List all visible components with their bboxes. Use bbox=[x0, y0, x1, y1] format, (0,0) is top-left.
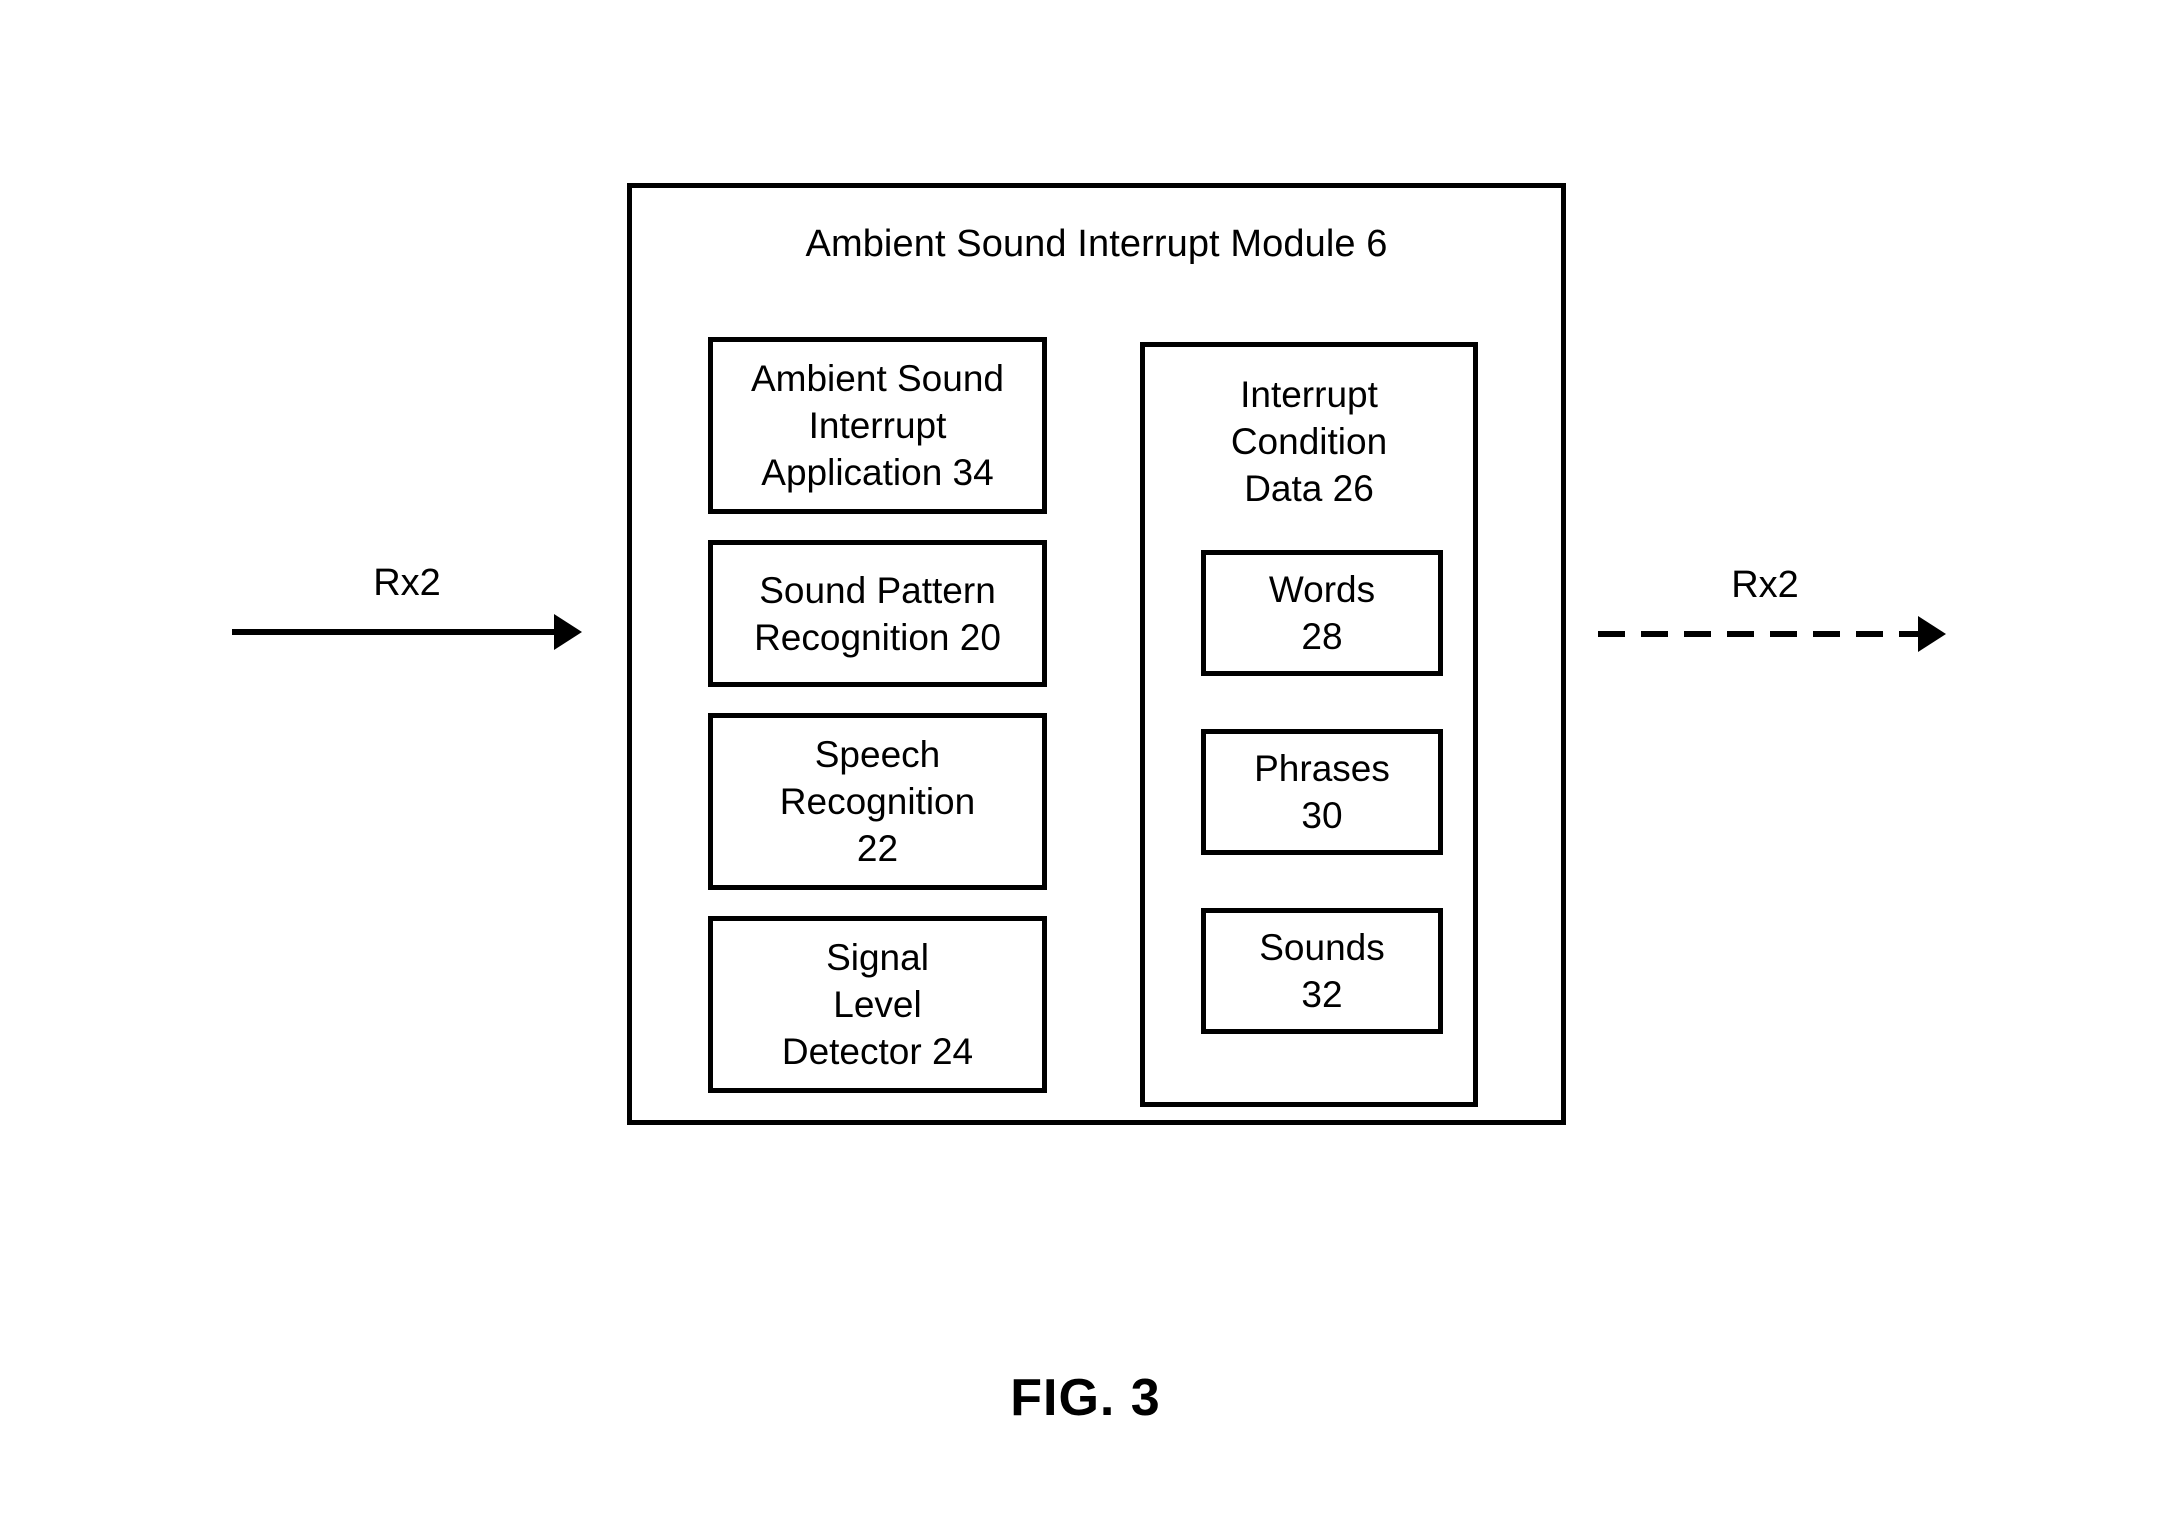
output-arrow-head-icon bbox=[1918, 616, 1946, 652]
ambient-sound-interrupt-application-box: Ambient Sound Interrupt Application 34 bbox=[708, 337, 1047, 514]
signal-level-detector-box: Signal Level Detector 24 bbox=[708, 916, 1047, 1093]
phrases-box: Phrases 30 bbox=[1201, 729, 1443, 855]
phrases-label: Phrases 30 bbox=[1254, 748, 1390, 836]
input-arrow-head-icon bbox=[554, 614, 582, 650]
sound-pattern-recognition-label: Sound Pattern Recognition 20 bbox=[754, 569, 1001, 658]
module-title: Ambient Sound Interrupt Module 6 bbox=[805, 223, 1388, 265]
sounds-label: Sounds 32 bbox=[1259, 927, 1385, 1015]
output-arrow-dashed-line bbox=[1598, 631, 1920, 637]
signal-level-detector-label: Signal Level Detector 24 bbox=[781, 937, 974, 1072]
sounds-box: Sounds 32 bbox=[1201, 908, 1443, 1034]
ambient-sound-interrupt-module: Ambient Sound Interrupt Module 6 Ambient… bbox=[627, 183, 1566, 1125]
speech-recognition-label: Speech Recognition 22 bbox=[779, 734, 976, 869]
figure-canvas: Rx2 Ambient Sound Interrupt Module 6 Amb… bbox=[0, 0, 2171, 1540]
words-label: Words 28 bbox=[1268, 569, 1376, 657]
interrupt-condition-data-box: Interrupt Condition Data 26 Words 28 Phr… bbox=[1140, 342, 1478, 1107]
ambient-sound-interrupt-application-label: Ambient Sound Interrupt Application 34 bbox=[750, 358, 1004, 493]
sound-pattern-recognition-box: Sound Pattern Recognition 20 bbox=[708, 540, 1047, 687]
figure-caption: FIG. 3 bbox=[1010, 1369, 1161, 1427]
input-signal-arrow: Rx2 bbox=[232, 560, 582, 660]
words-box: Words 28 bbox=[1201, 550, 1443, 676]
input-signal-label: Rx2 bbox=[373, 562, 441, 604]
output-signal-label: Rx2 bbox=[1731, 564, 1799, 606]
input-arrow-line bbox=[232, 629, 559, 635]
speech-recognition-box: Speech Recognition 22 bbox=[708, 713, 1047, 890]
output-signal-arrow: Rx2 bbox=[1598, 562, 1948, 662]
interrupt-condition-data-title: Interrupt Condition Data 26 bbox=[1230, 374, 1388, 509]
